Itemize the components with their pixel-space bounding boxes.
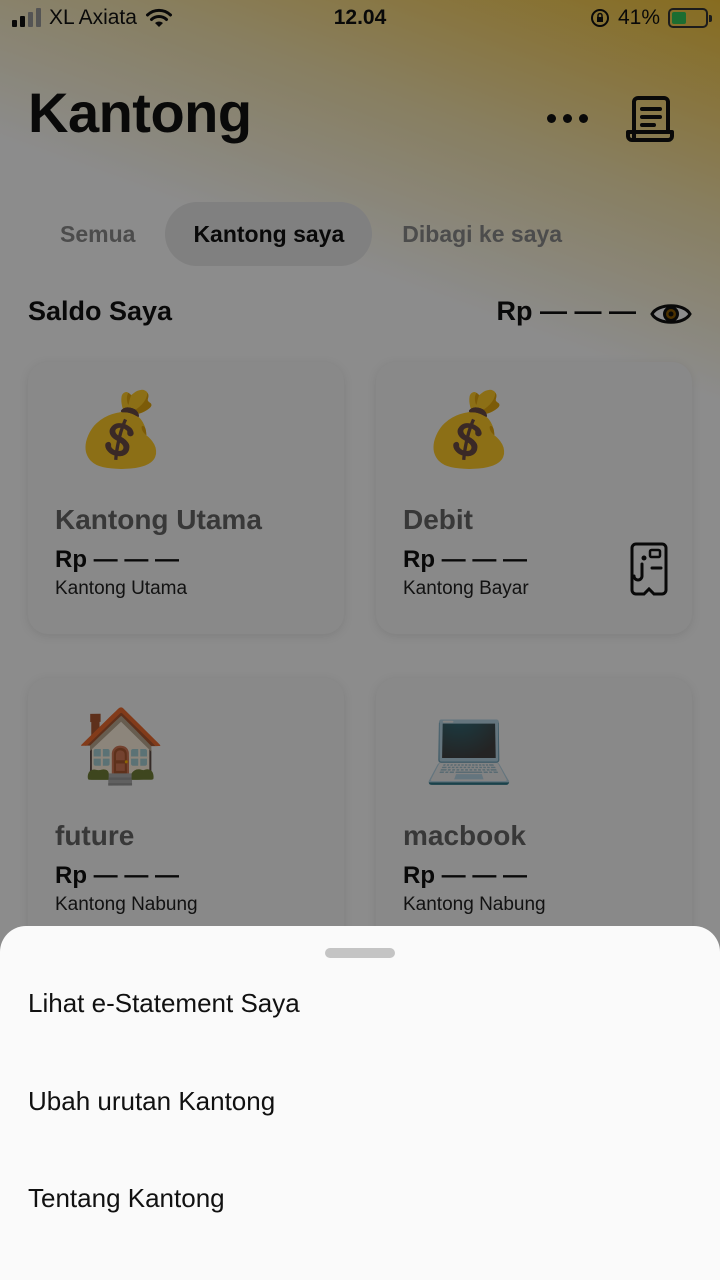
menu-item-reorder-pockets[interactable]: Ubah urutan Kantong xyxy=(28,1086,275,1117)
menu-item-about-pockets[interactable]: Tentang Kantong xyxy=(28,1183,225,1214)
menu-item-e-statement[interactable]: Lihat e-Statement Saya xyxy=(28,988,300,1019)
drag-handle[interactable] xyxy=(325,948,395,958)
app-screen: XL Axiata 12.04 41% Kantong Semua Kanton… xyxy=(0,0,720,1280)
bottom-sheet: Lihat e-Statement Saya Ubah urutan Kanto… xyxy=(0,926,720,1280)
